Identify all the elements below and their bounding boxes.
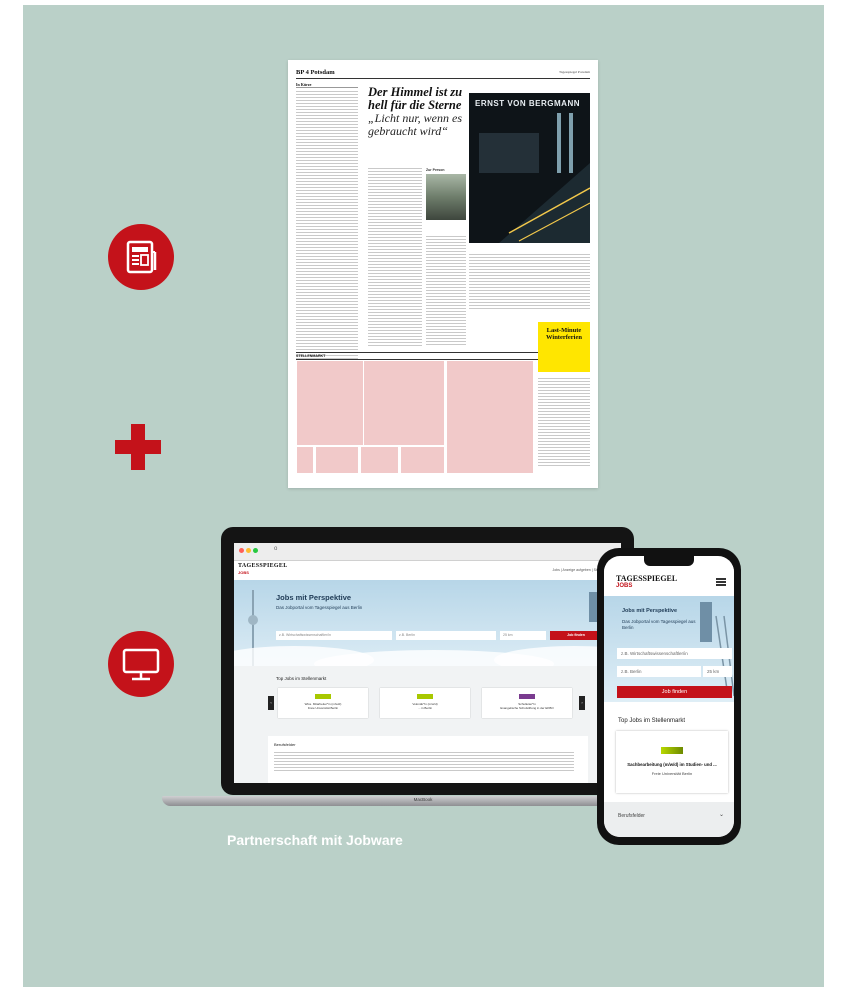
smartphone-screen: TAGESSPIEGEL JOBS Jobs mit Perspektive D…: [604, 556, 734, 837]
newspaper-icon: [108, 224, 174, 290]
address-bar[interactable]: o: [274, 546, 277, 552]
job-search-button[interactable]: Job finden: [550, 631, 602, 640]
stellenmarkt-bar: STELLENMARKT: [296, 352, 560, 360]
maximize-dot-icon[interactable]: [253, 548, 258, 553]
mobile-hero-subtitle: Das Jobportal vom Tagesspiegel aus Berli…: [622, 619, 696, 630]
newspaper-right-text: [469, 254, 590, 309]
job-search-bar: z.B. Wirtschaftswissenschaftler/in z.B. …: [276, 631, 602, 640]
job-card[interactable]: Wiss. Mitarbeiter*in (m/w/d) Freie Unive…: [278, 688, 368, 718]
site-header: TAGESSPIEGEL JOBS Jobs | Anzeige aufgebe…: [234, 561, 621, 580]
job-card-employer: Evangelische Schulstiftung in der EKBO: [500, 706, 554, 710]
chevron-down-icon: ⌄: [718, 812, 724, 818]
radius-select[interactable]: 25 km: [500, 631, 546, 640]
hero-section: Jobs mit Perspektive Das Jobportal vom T…: [234, 580, 621, 666]
ad-placeholder: [296, 360, 364, 446]
employer-logo-icon: [661, 747, 683, 754]
newspaper-section-title: BP 4 Potsdam: [296, 69, 335, 76]
job-card-employer: Freie Universität Berlin: [307, 706, 339, 710]
browser-chrome: o: [234, 543, 621, 561]
phone-notch: [644, 556, 694, 566]
newspaper-page: BP 4 Potsdam Tagesspiegel Potsdam In Kür…: [288, 60, 598, 488]
carousel-next-button[interactable]: ›: [579, 696, 585, 710]
mobile-logo-sub: JOBS: [616, 583, 633, 589]
carousel-prev-button[interactable]: ‹: [268, 696, 274, 710]
site-logo-sub: JOBS: [238, 570, 249, 575]
ad-placeholder: [363, 360, 445, 446]
newspaper-masthead: Tagesspiegel Potsdam: [559, 70, 590, 74]
mobile-logo[interactable]: TAGESSPIEGEL: [616, 574, 677, 583]
partnership-caption: Partnerschaft mit Jobware: [227, 832, 403, 848]
yellow-ad: Last-Minute Winterferien: [538, 322, 590, 372]
job-card-employer: ... in Berlin: [417, 706, 433, 710]
mobile-hero: Jobs mit Perspektive Das Jobportal vom T…: [604, 596, 734, 702]
employer-logo-icon: [315, 694, 331, 699]
hamburger-menu-icon[interactable]: [716, 578, 726, 586]
mobile-radius-select[interactable]: 25 km: [703, 666, 732, 677]
ad-divider: [313, 446, 316, 474]
close-dot-icon[interactable]: [239, 548, 244, 553]
newspaper-header: BP 4 Potsdam Tagesspiegel Potsdam: [296, 69, 590, 79]
hero-title: Jobs mit Perspektive: [276, 593, 352, 602]
job-card[interactable]: Schulleiter*in Evangelische Schulstiftun…: [482, 688, 572, 718]
newspaper-left-heading: In Kürze: [296, 82, 358, 88]
mobile-berufsfelder-dropdown[interactable]: Berufsfelder ⌄: [604, 802, 734, 837]
content-area: Top Jobs im Stellenmarkt ‹ Wiss. Mitarbe…: [234, 666, 621, 783]
mobile-job-card-title: Sachbearbeitung (m/w/d) im Studien- und …: [627, 762, 717, 767]
plus-icon: [115, 424, 161, 470]
berufsfelder-heading: Berufsfelder: [274, 742, 296, 747]
mobile-hero-title: Jobs mit Perspektive: [622, 608, 678, 614]
newspaper-headline: Der Himmel ist zu hell für die Sterne: [368, 85, 463, 112]
mobile-job-card[interactable]: Sachbearbeitung (m/w/d) im Studien- und …: [616, 731, 728, 793]
ad-divider: [398, 446, 401, 474]
mobile-berufsfelder-label: Berufsfelder: [618, 813, 645, 819]
newspaper-text-block: [296, 91, 358, 361]
berufsfelder-panel: Berufsfelder: [268, 736, 588, 783]
mobile-top-jobs-heading: Top Jobs im Stellenmarkt: [618, 718, 686, 724]
laptop-screen: o TAGESSPIEGEL JOBS Jobs | Anzeige aufge…: [234, 543, 621, 783]
yellow-ad-title: Last-Minute Winterferien: [546, 327, 582, 341]
mobile-job-search-button[interactable]: Job finden: [617, 686, 732, 698]
location-input[interactable]: z.B. Berlin: [396, 631, 496, 640]
site-logo[interactable]: TAGESSPIEGEL: [238, 563, 288, 569]
newspaper-article-text: [368, 168, 422, 348]
classifieds-text: [538, 378, 590, 468]
mobile-header: TAGESSPIEGEL JOBS: [604, 566, 734, 596]
employer-logo-icon: [519, 694, 535, 699]
ad-placeholder: [446, 360, 534, 474]
newspaper-column-text: [426, 236, 466, 346]
newspaper-main-photo: ERNST VON BERGMANN: [469, 93, 590, 243]
ad-divider: [358, 446, 361, 474]
person-portrait: [426, 174, 466, 220]
newspaper-person-box: Zur Person: [426, 168, 466, 232]
berufsfelder-list[interactable]: [274, 752, 574, 772]
mobile-job-card-employer: Freie Universität Berlin: [651, 771, 693, 776]
ad-placeholder: [296, 446, 445, 474]
newspaper-subheadline: „Licht nur, wenn es gebraucht wird“: [368, 111, 463, 138]
minimize-dot-icon[interactable]: [246, 548, 251, 553]
top-jobs-heading: Top Jobs im Stellenmarkt: [276, 676, 327, 681]
job-search-input[interactable]: z.B. Wirtschaftswissenschaftler/in: [276, 631, 392, 640]
job-card[interactable]: Volontär*in (m/w/d) ... in Berlin: [380, 688, 470, 718]
mobile-job-search-input[interactable]: z.B. Wirtschaftswissenschaftler/in: [617, 648, 732, 659]
monitor-icon: [108, 631, 174, 697]
person-box-label: Zur Person: [426, 168, 445, 172]
hero-subtitle: Das Jobportal vom Tagesspiegel aus Berli…: [276, 605, 363, 610]
employer-logo-icon: [417, 694, 433, 699]
mobile-location-input[interactable]: z.B. Berlin: [617, 666, 701, 677]
